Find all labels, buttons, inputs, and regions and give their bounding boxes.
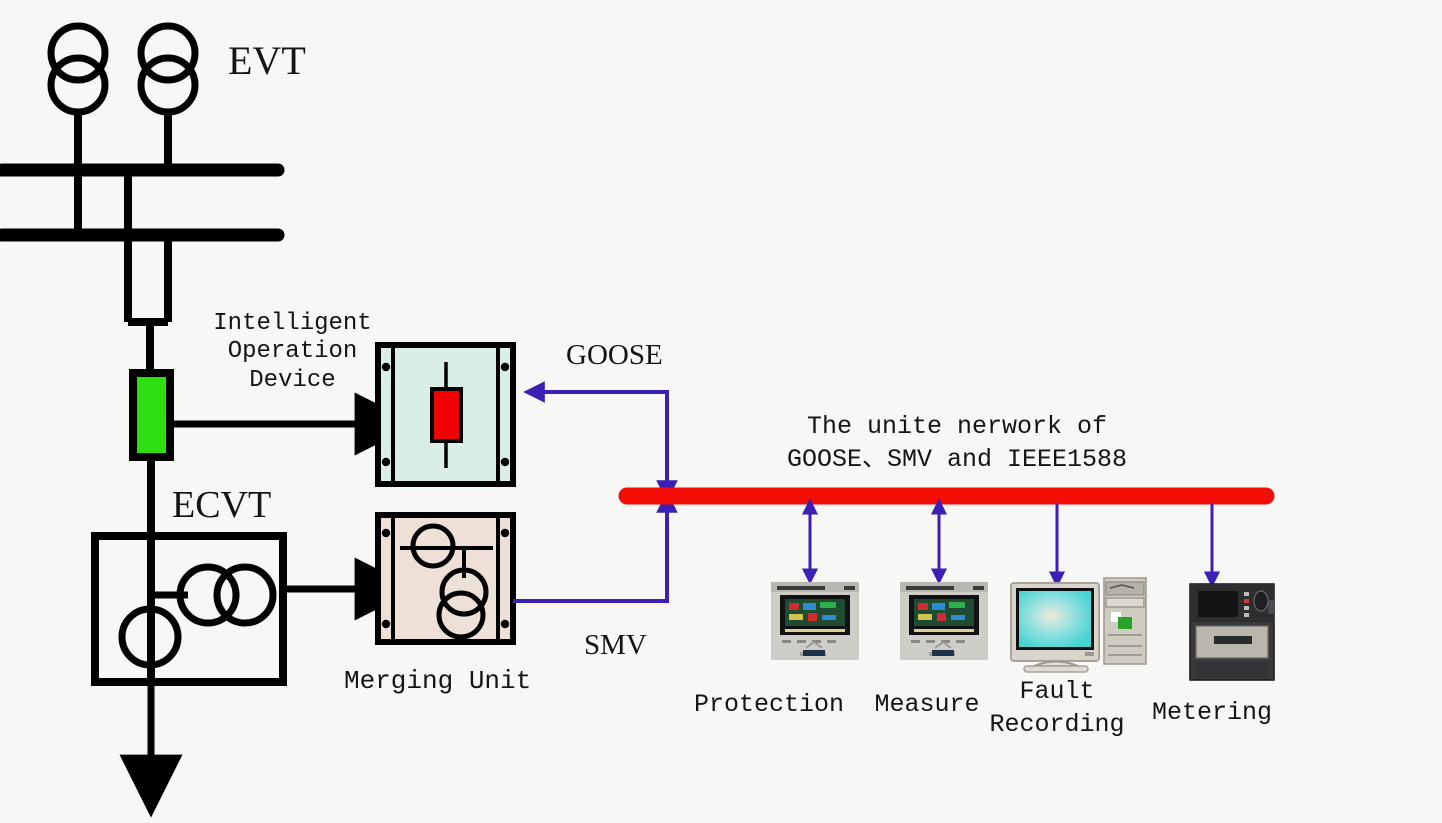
label-fault-recording-line2: Recording xyxy=(989,710,1125,739)
label-smv: SMV xyxy=(584,629,647,661)
diagram-canvas: EVT ECVT Intelligent Operation Device Me… xyxy=(0,0,1442,823)
smv-link xyxy=(513,560,669,603)
label-evt: EVT xyxy=(228,38,306,83)
merging-unit[interactable] xyxy=(375,512,516,645)
device-indicator xyxy=(430,387,463,443)
label-intelligent-operation-device: Intelligent Operation Device xyxy=(213,310,372,394)
ecvt-ct-block xyxy=(91,532,287,686)
protection-device-image[interactable] xyxy=(771,582,859,660)
label-merging-unit: Merging Unit xyxy=(344,666,532,696)
label-ecvt: ECVT xyxy=(172,484,272,526)
measure-device-image[interactable] xyxy=(900,582,988,660)
label-fault-recording-line1: Fault xyxy=(1019,677,1095,706)
intelligent-operation-device[interactable] xyxy=(375,342,516,487)
label-network-line2: GOOSE、SMV and IEEE1588 xyxy=(786,445,1128,474)
label-metering: Metering xyxy=(1151,698,1273,727)
evt-transformer-left xyxy=(47,22,109,172)
disconnector-loop xyxy=(74,170,172,376)
label-protection: Protection xyxy=(693,690,845,719)
circuit-breaker xyxy=(129,369,174,461)
label-network-line1: The unite nerwork of xyxy=(806,412,1108,441)
label-goose: GOOSE xyxy=(566,339,663,371)
goose-link xyxy=(523,381,669,480)
metering-device-image[interactable] xyxy=(1189,583,1275,681)
label-measure: Measure xyxy=(874,690,980,719)
evt-transformer-right xyxy=(137,22,199,172)
fault-recording-device-image[interactable] xyxy=(1010,577,1147,673)
